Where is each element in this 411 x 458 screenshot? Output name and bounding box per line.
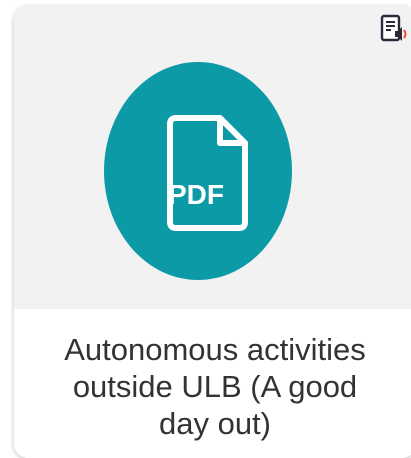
pdf-document-icon: PDF [167,115,248,231]
card-title: Autonomous activities outside ULB (A goo… [64,332,366,441]
card-caption[interactable]: Autonomous activities outside ULB (A goo… [14,309,411,458]
card-media[interactable]: PDF [14,6,411,309]
resource-card[interactable]: PDF Autonomous activities outside ULB (A… [14,6,411,458]
read-aloud-speaker-icon[interactable] [380,14,408,44]
icon-circle: PDF [104,62,292,280]
pdf-label: PDF [168,179,224,210]
